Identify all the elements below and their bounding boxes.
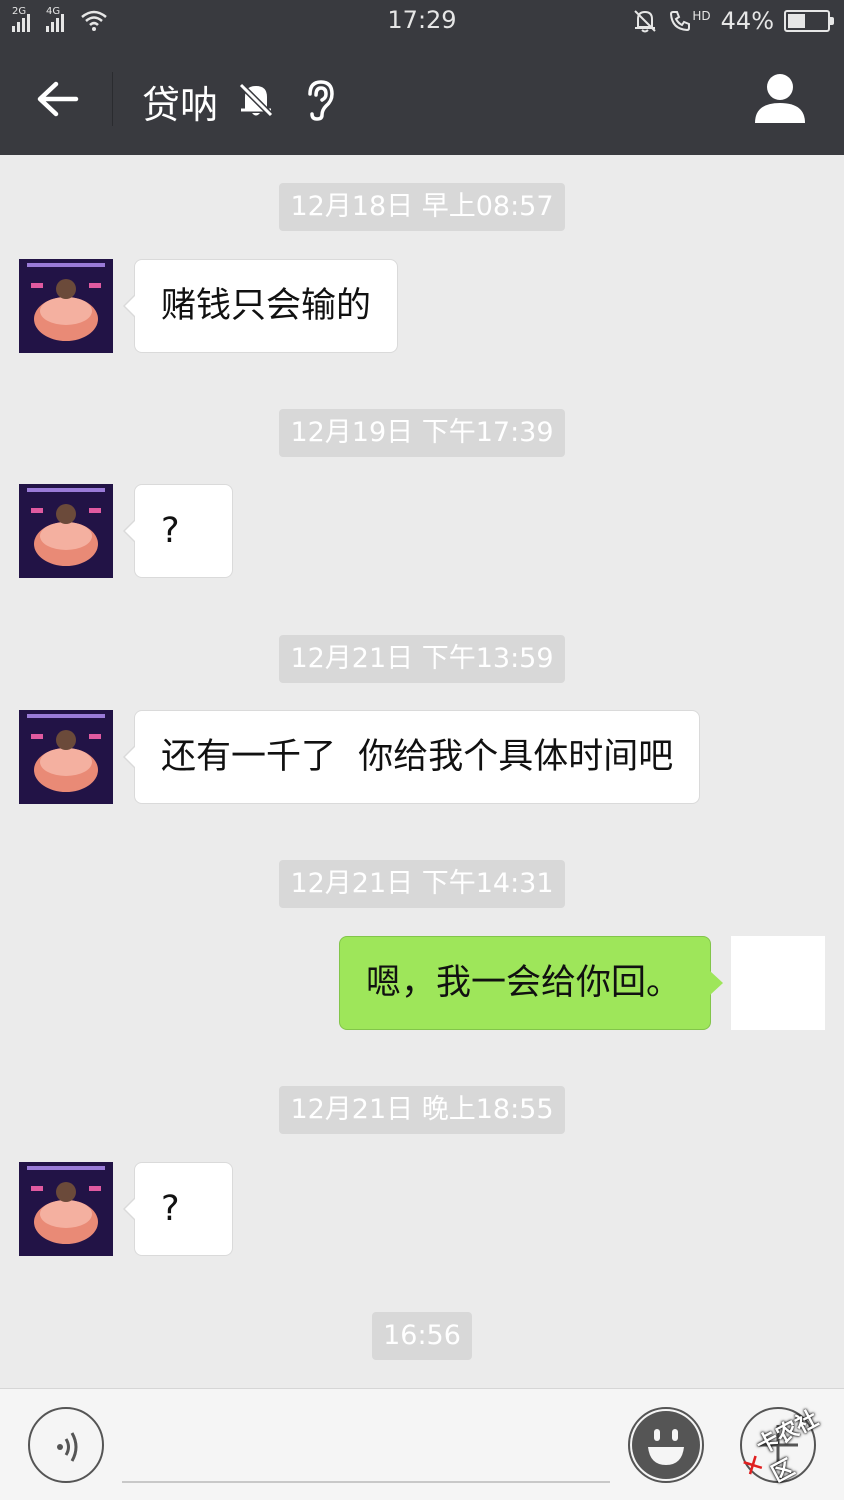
input-bar <box>0 1388 844 1500</box>
message-bubble-outgoing[interactable]: 嗯，我一会给你回。 <box>339 936 723 1030</box>
phone-icon <box>670 11 691 32</box>
contact-avatar[interactable] <box>19 710 113 804</box>
message-timestamp: 12月21日 下午13:59 <box>279 635 565 683</box>
battery-icon <box>784 10 834 32</box>
arrow-left-icon <box>37 81 79 117</box>
contact-avatar[interactable] <box>19 1162 113 1256</box>
wifi-icon <box>81 10 107 31</box>
message-timestamp: 16:56 <box>372 1312 472 1360</box>
profile-button[interactable] <box>752 70 808 126</box>
message-bubble[interactable]: 还有一千了 你给我个具体时间吧 <box>122 710 701 804</box>
message-timestamp: 12月18日 早上08:57 <box>279 183 565 231</box>
status-right: HD 44% <box>632 7 834 35</box>
status-left: 2G 4G <box>12 6 108 32</box>
voice-button[interactable] <box>28 1407 104 1483</box>
bell-muted-icon <box>634 10 657 33</box>
contact-avatar[interactable] <box>19 484 113 578</box>
bell-muted-icon <box>238 82 274 118</box>
message-timestamp: 12月21日 晚上18:55 <box>279 1086 565 1134</box>
header-divider <box>112 72 113 126</box>
emoji-button[interactable] <box>628 1407 704 1483</box>
message-list[interactable]: 12月18日 早上08:57 赌钱只会输的 12月19日 下午17:39 ? 1… <box>0 155 844 1388</box>
message-input[interactable] <box>122 1413 610 1483</box>
voice-icon <box>57 1432 78 1462</box>
status-bar: 2G 4G 17:29 HD 44% <box>0 0 844 42</box>
back-button[interactable] <box>22 70 94 128</box>
person-icon <box>767 74 793 100</box>
battery-percent: 44% <box>720 7 774 35</box>
ear-icon[interactable] <box>300 78 340 122</box>
battery-fill <box>788 14 805 28</box>
message-timestamp: 12月19日 下午17:39 <box>279 409 565 457</box>
message-timestamp: 12月21日 下午14:31 <box>279 860 565 908</box>
emoji-icon <box>632 1411 700 1479</box>
signal-icon-sim1: 2G <box>12 6 42 32</box>
self-avatar[interactable] <box>731 936 825 1030</box>
hd-label: HD <box>692 9 711 23</box>
signal-icon-sim2: 4G <box>46 6 76 32</box>
hd-call-icon: HD <box>668 9 711 33</box>
message-bubble[interactable]: 赌钱只会输的 <box>122 259 399 353</box>
chat-title: 贷呐 <box>142 83 219 127</box>
chat-header: 贷呐 <box>0 42 844 155</box>
message-bubble[interactable]: ? <box>123 1162 233 1256</box>
contact-avatar[interactable] <box>19 259 113 353</box>
message-bubble[interactable]: ? <box>123 484 233 578</box>
